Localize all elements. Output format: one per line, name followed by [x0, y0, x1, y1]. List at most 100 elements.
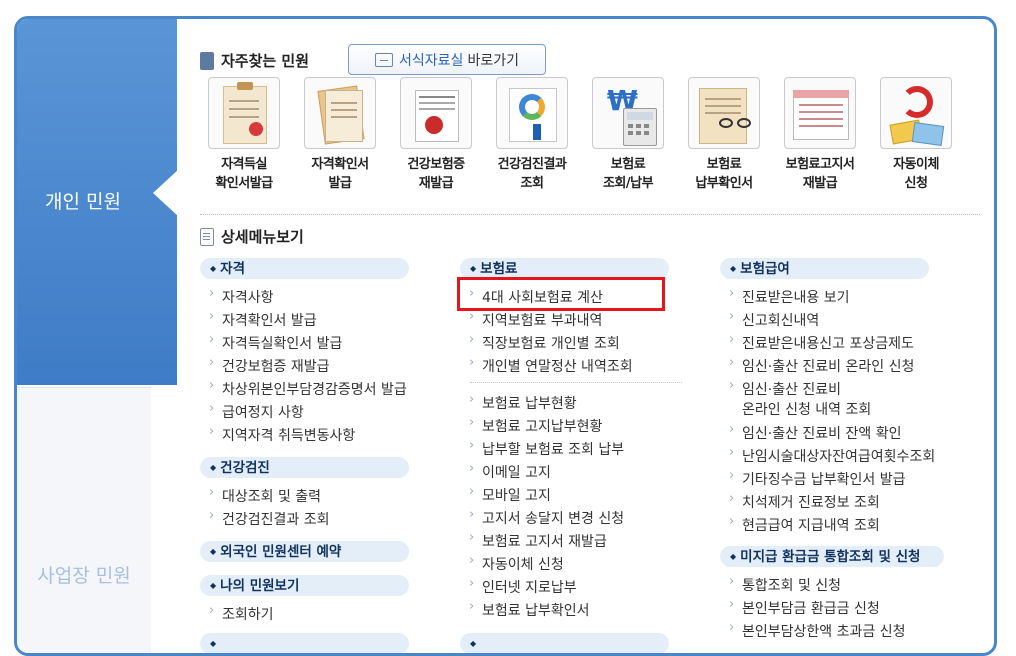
- menu-item[interactable]: 급여정지 사항: [209, 401, 304, 422]
- menu-item[interactable]: 보험료 납부확인서: [469, 599, 589, 620]
- quick-label-6b: 납부확인서: [695, 176, 753, 191]
- quick-insurance-card[interactable]: 건강보험증재발급: [388, 77, 484, 193]
- civil-service-panel: 개인 민원 사업장 민원 자주찾는 민원 서식자료실 바로가기 자격득실 확인서…: [14, 16, 997, 656]
- detail-title-text: 상세메뉴보기: [221, 228, 304, 246]
- menu-item[interactable]: 납부할 보험료 조회 납부: [469, 438, 624, 459]
- menu-item[interactable]: 치석제거 진료정보 조회: [729, 491, 880, 512]
- quick-label-2a: 자격확인서: [311, 157, 369, 172]
- side-tabs: 개인 민원 사업장 민원: [17, 19, 179, 653]
- menu-item[interactable]: 본인부담상한액 초과금 신청: [729, 620, 906, 641]
- quick-checkup-result[interactable]: 건강검진결과조회: [484, 77, 580, 193]
- insurance-card-icon: [400, 77, 472, 149]
- menu-item[interactable]: 조회하기: [209, 603, 273, 624]
- menu-item[interactable]: 개인별 연말정산 내역조회: [469, 355, 633, 376]
- menu-item[interactable]: 건강보험증 재발급: [209, 355, 329, 376]
- quick-qualification-certificate[interactable]: 자격확인서발급: [292, 77, 388, 193]
- quick-bill-reissue[interactable]: 보험료고지서재발급: [772, 77, 868, 193]
- menu-item[interactable]: 건강검진결과 조회: [209, 508, 329, 529]
- chart-report-icon: [496, 77, 568, 149]
- category-qualification: 자격: [200, 258, 409, 279]
- active-tab-arrow: [153, 169, 179, 217]
- menu-item[interactable]: 인터넷 지로납부: [469, 576, 577, 597]
- menu-item[interactable]: 보험료 고지서 재발급: [469, 530, 607, 551]
- document-icon: [304, 77, 376, 149]
- section-divider: [200, 214, 980, 215]
- glasses-document-icon: [688, 77, 760, 149]
- menu-item[interactable]: 신고회신내역: [729, 309, 819, 330]
- tab-business-label: 사업장 민원: [37, 565, 131, 587]
- menu-item[interactable]: 직장보험료 개인별 조회: [469, 332, 620, 353]
- quick-label-4a: 건강검진결과: [497, 157, 567, 172]
- menu-item[interactable]: 기타징수금 납부확인서 발급: [729, 468, 906, 489]
- forms-button-label: 바로가기: [467, 52, 519, 69]
- menu-divider: [470, 382, 682, 383]
- menu-item[interactable]: 모바일 고지: [469, 484, 551, 505]
- quick-label-7b: 재발급: [802, 176, 838, 191]
- quick-premium-payment[interactable]: ₩ 보험료조회/납부: [580, 77, 676, 193]
- bill-icon: [784, 77, 856, 149]
- menu-item[interactable]: 임신·출산 진료비 잔액 확인: [729, 422, 902, 443]
- menu-item-line2: 온라인 신청 내역 조회: [742, 402, 872, 418]
- category-benefits: 보험급여: [720, 258, 929, 279]
- menu-item-multiline[interactable]: 임신·출산 진료비 온라인 신청 내역 조회: [729, 378, 872, 419]
- category-health-checkup: 건강검진: [200, 457, 409, 478]
- quick-qualification-history[interactable]: 자격득실 확인서발급: [196, 77, 292, 193]
- quick-label-8b: 신청: [904, 176, 928, 191]
- bookmark-icon: [200, 51, 214, 70]
- tab-personal-label: 개인 민원: [45, 191, 121, 213]
- menu-item-line1: 임신·출산 진료비: [742, 382, 842, 398]
- menu-item[interactable]: 진료받은내용신고 포상금제도: [729, 332, 914, 353]
- menu-item[interactable]: 차상위본인부담경감증명서 발급: [209, 378, 407, 399]
- menu-item[interactable]: 이메일 고지: [469, 461, 551, 482]
- menu-item[interactable]: 임신·출산 진료비 온라인 신청: [729, 355, 914, 376]
- quick-label-4b: 조회: [520, 176, 544, 191]
- quick-label-6a: 보험료: [706, 157, 742, 172]
- quick-label-1b: 확인서발급: [215, 176, 273, 191]
- menu-item[interactable]: 난임시술대상자잔여급여횟수조회: [729, 445, 935, 466]
- quick-label-3a: 건강보험증: [407, 157, 465, 172]
- menu-item[interactable]: 현금급여 지급내역 조회: [729, 514, 880, 535]
- category-partial: [460, 633, 669, 653]
- quick-auto-transfer[interactable]: 자동이체신청: [868, 77, 964, 193]
- menu-item[interactable]: 자격사항: [209, 286, 273, 307]
- menu-item[interactable]: 지역보험료 부과내역: [469, 309, 602, 330]
- quick-label-3b: 재발급: [418, 176, 454, 191]
- menu-item[interactable]: 자격확인서 발급: [209, 309, 317, 330]
- menu-item[interactable]: 고지서 송달지 변경 신청: [469, 507, 624, 528]
- category-unpaid-refund: 미지급 환급금 통합조회 및 신청: [720, 546, 944, 567]
- menu-item[interactable]: 자격득실확인서 발급: [209, 332, 342, 353]
- clipboard-icon: [208, 77, 280, 149]
- tab-personal-civil[interactable]: 개인 민원: [17, 19, 179, 385]
- menu-item[interactable]: 자동이체 신청: [469, 553, 564, 574]
- quick-label-2b: 발급: [328, 176, 352, 191]
- forms-library-button[interactable]: 서식자료실 바로가기: [348, 44, 546, 75]
- frequent-section-title: 자주찾는 민원: [200, 50, 309, 71]
- menu-item[interactable]: 통합조회 및 신청: [729, 574, 841, 595]
- menu-item[interactable]: 보험료 납부현황: [469, 392, 577, 413]
- folder-icon: [375, 52, 394, 67]
- category-premium: 보험료: [460, 258, 669, 279]
- highlight-box: [457, 277, 665, 311]
- menu-item[interactable]: 대상조회 및 출력: [209, 485, 321, 506]
- menu-item[interactable]: 지역자격 취득변동사항: [209, 424, 355, 445]
- main-content: 자주찾는 민원 서식자료실 바로가기 자격득실 확인서발급 자격확인서 발급 건…: [192, 19, 992, 653]
- category-my-civil: 나의 민원보기: [200, 575, 409, 596]
- tab-business-civil[interactable]: 사업장 민원: [17, 387, 151, 653]
- document-list-icon: [200, 227, 214, 246]
- category-partial: [200, 633, 409, 653]
- frequent-services: 자격득실 확인서발급 자격확인서 발급 건강보험증 재발급 건강검진결과 조회 …: [196, 77, 956, 197]
- quick-label-5b: 조회/납부: [602, 176, 654, 191]
- detail-section-title: 상세메뉴보기: [200, 226, 304, 247]
- menu-item[interactable]: 본인부담금 환급금 신청: [729, 597, 880, 618]
- frequent-title-text: 자주찾는 민원: [221, 52, 310, 70]
- category-foreigner-reservation[interactable]: 외국인 민원센터 예약: [200, 541, 409, 562]
- forms-button-highlight: 서식자료실: [399, 52, 464, 69]
- quick-label-5a: 보험료: [610, 157, 646, 172]
- menu-item[interactable]: 진료받은내용 보기: [729, 286, 849, 307]
- auto-transfer-icon: [880, 77, 952, 149]
- quick-label-7a: 보험료고지서: [785, 157, 855, 172]
- menu-item[interactable]: 보험료 고지납부현황: [469, 415, 602, 436]
- quick-payment-confirmation[interactable]: 보험료납부확인서: [676, 77, 772, 193]
- quick-label-8a: 자동이체: [893, 157, 939, 172]
- calculator-icon: ₩: [592, 77, 664, 149]
